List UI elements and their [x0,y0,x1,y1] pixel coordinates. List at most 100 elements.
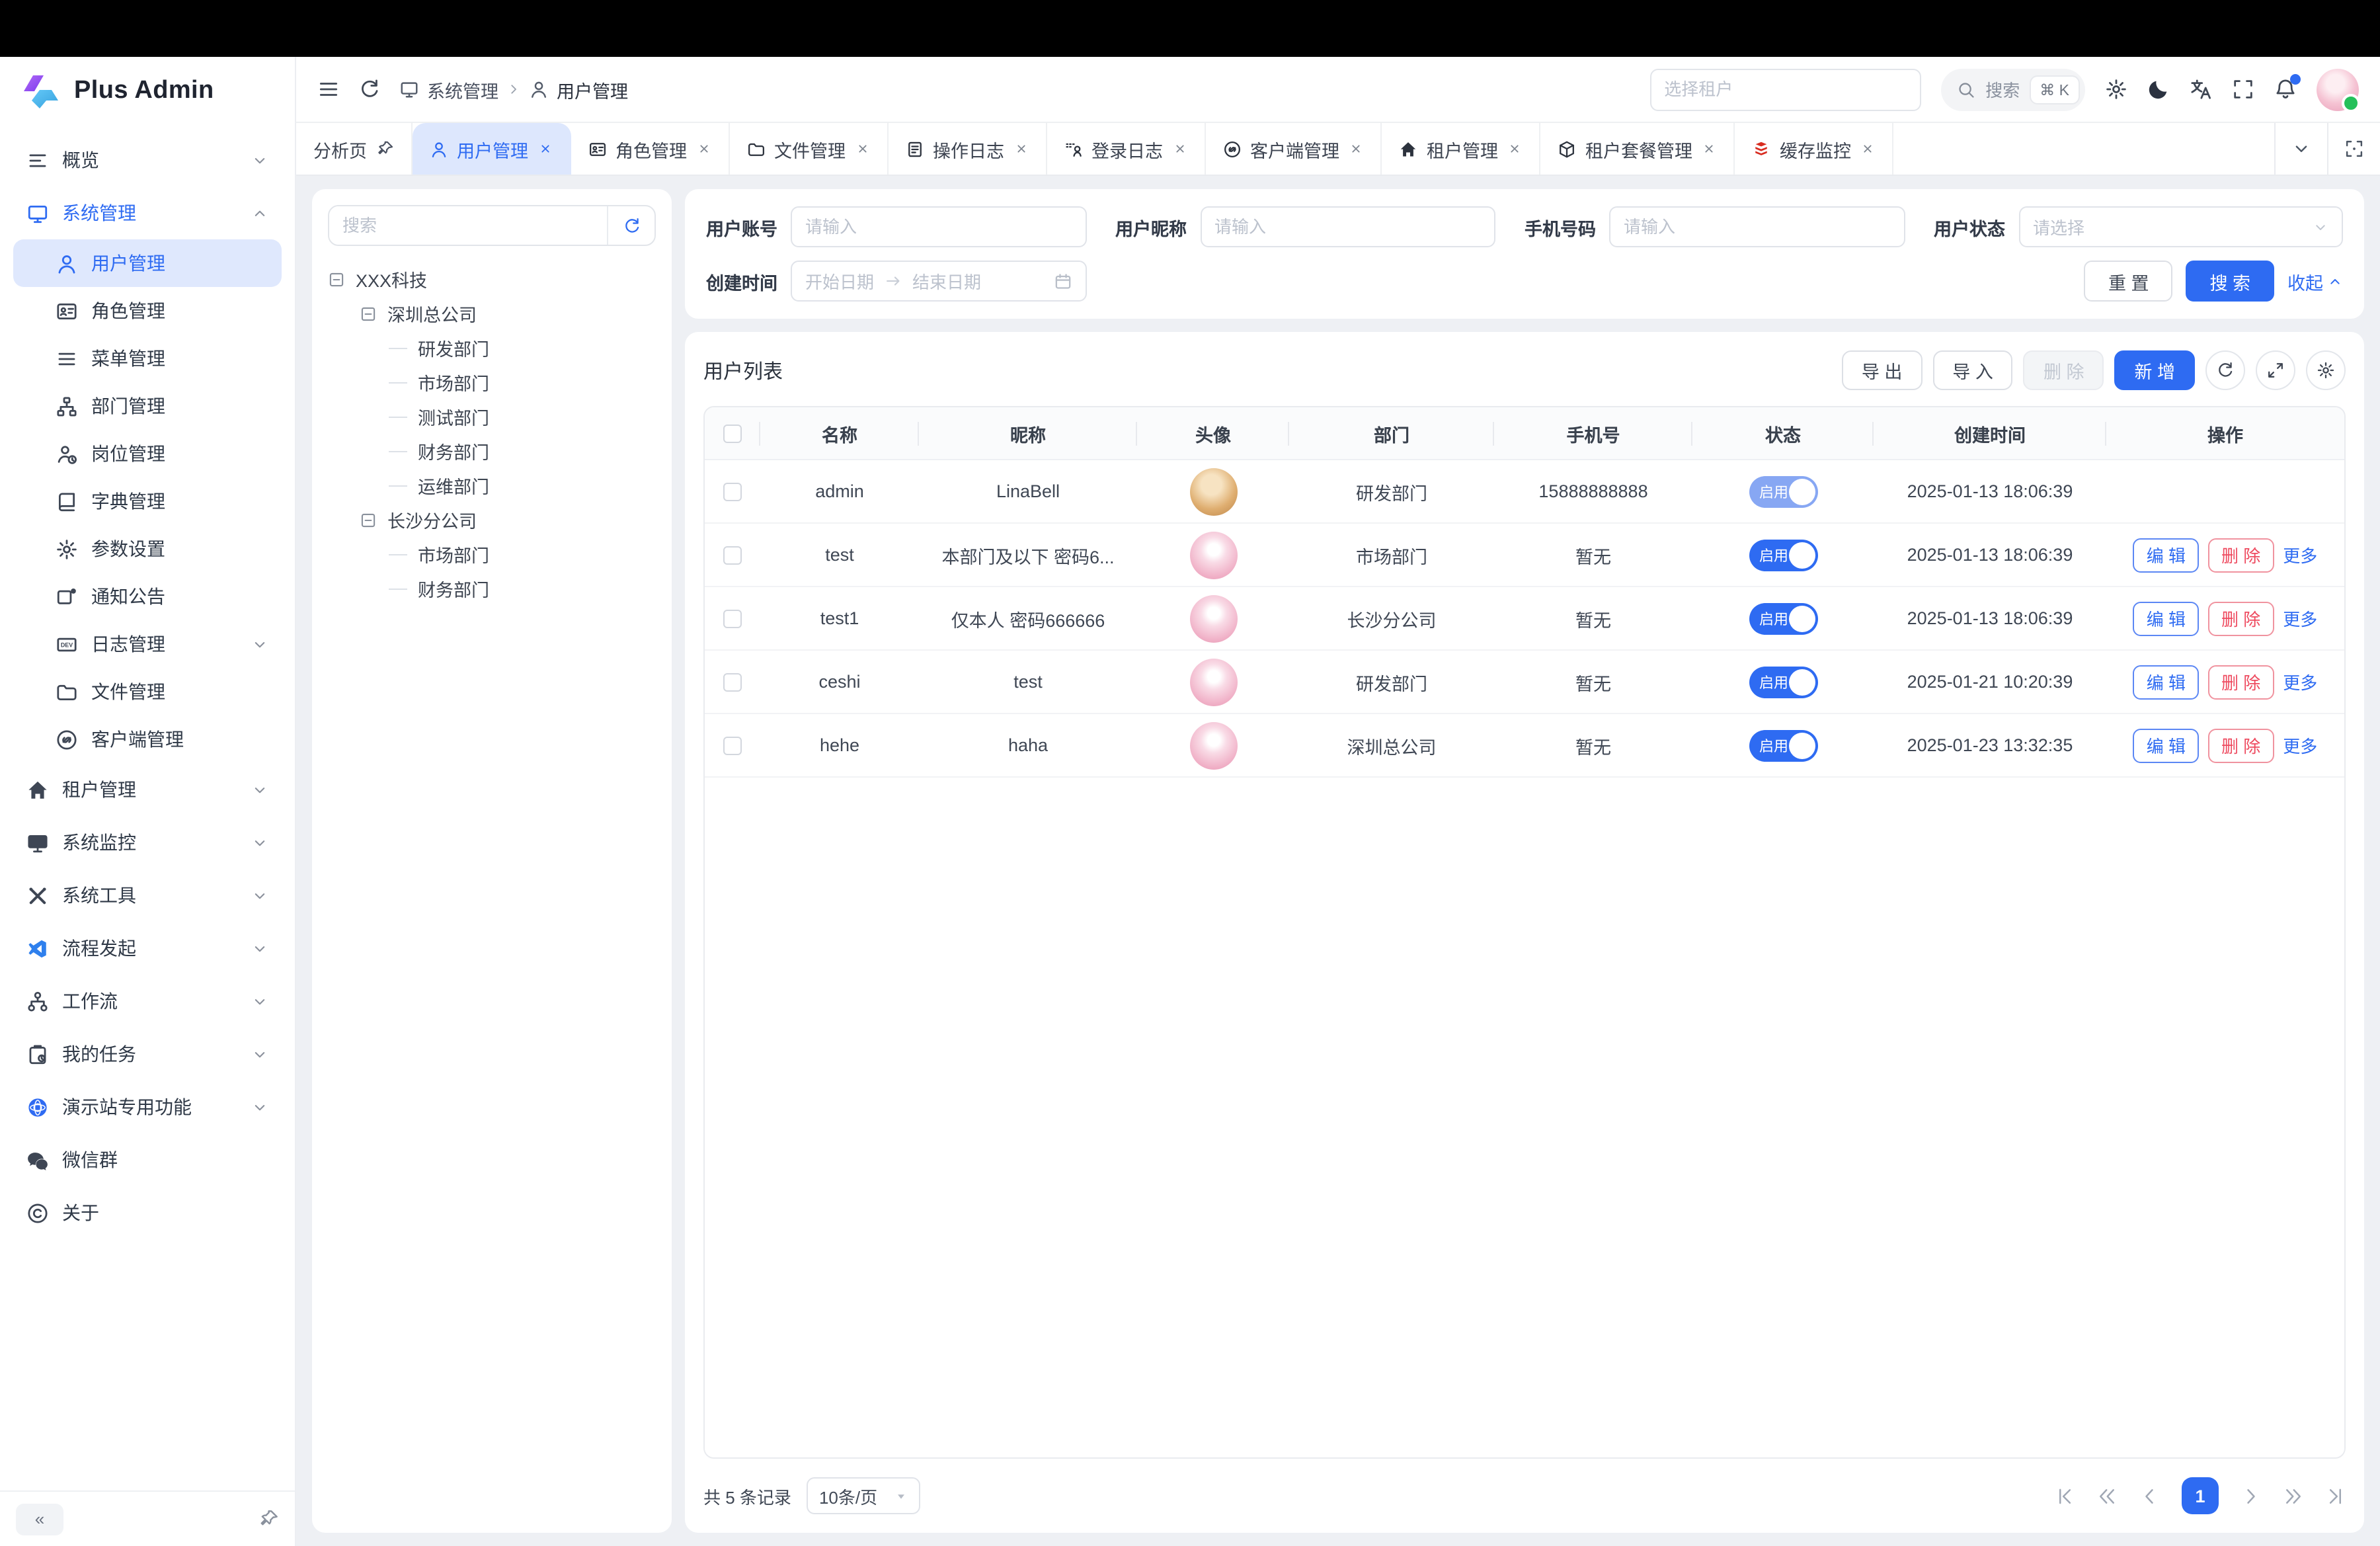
sidebar-item[interactable]: DEV 日志管理 [13,620,282,668]
tab[interactable]: 登录日志 [1047,123,1205,175]
sidebar-item[interactable]: 角色管理 [13,287,282,335]
breadcrumb-item-system[interactable]: 系统管理 [399,76,498,102]
sidebar-item[interactable]: 文件管理 [13,668,282,715]
sidebar-item[interactable]: 系统管理 [13,186,282,239]
table-expand-button[interactable] [2256,350,2295,390]
sidebar-collapse-button[interactable]: « [16,1503,63,1535]
more-button[interactable]: 更多 [2283,606,2317,631]
table-refresh-button[interactable] [2205,350,2245,390]
tab-close-icon[interactable] [696,142,711,156]
status-toggle[interactable]: 启用 [1749,475,1817,507]
sidebar-item[interactable]: 菜单管理 [13,335,282,382]
sidebar-item[interactable]: 部门管理 [13,382,282,430]
edit-button[interactable]: 编 辑 [2133,728,2199,762]
prev-page-icon[interactable] [2139,1486,2159,1506]
tab-close-icon[interactable] [855,142,869,156]
tab[interactable]: 缓存监控 [1735,123,1893,175]
sidebar-item[interactable]: 参数设置 [13,525,282,573]
tree-node[interactable]: 财务部门 [328,571,656,606]
import-button[interactable]: 导 入 [1932,350,2013,390]
row-checkbox[interactable] [723,673,742,692]
status-toggle[interactable]: 启用 [1749,666,1817,698]
status-select[interactable]: 请选择 [2018,206,2343,247]
row-delete-button[interactable]: 删 除 [2208,728,2274,762]
tree-node[interactable]: 市场部门 [328,537,656,571]
sidebar-item[interactable]: 岗位管理 [13,430,282,477]
sidebar-item[interactable]: 租户管理 [13,763,282,816]
row-delete-button[interactable]: 删 除 [2208,538,2274,572]
sidebar-item[interactable]: 通知公告 [13,573,282,620]
tenant-select[interactable] [1649,68,1921,110]
tree-collapse-icon[interactable] [328,270,345,288]
status-toggle[interactable]: 启用 [1749,539,1817,571]
tree-node[interactable]: 研发部门 [328,331,656,365]
tab-close-icon[interactable] [1860,142,1875,156]
add-button[interactable]: 新 增 [2114,350,2195,390]
delete-button[interactable]: 删 除 [2024,350,2104,390]
tabs-fullscreen-icon[interactable] [2327,123,2380,175]
sidebar-item[interactable]: 客户端管理 [13,715,282,763]
row-checkbox[interactable] [723,483,742,501]
sidebar-item[interactable]: 关于 [13,1186,282,1239]
more-button[interactable]: 更多 [2283,669,2317,694]
pin-icon[interactable] [376,140,393,157]
tabs-dropdown-icon[interactable] [2274,123,2327,175]
row-checkbox[interactable] [723,546,742,565]
fullscreen-icon[interactable] [2232,78,2254,101]
tree-node[interactable]: XXX科技 [328,262,656,296]
tab[interactable]: 用户管理 [412,123,571,175]
tab[interactable]: 租户套餐管理 [1540,123,1735,175]
more-button[interactable]: 更多 [2283,733,2317,758]
collapse-filters-link[interactable]: 收起 [2287,268,2343,294]
sidebar-item[interactable]: 系统监控 [13,816,282,869]
language-icon[interactable] [2190,78,2212,101]
tree-node[interactable]: 测试部门 [328,399,656,434]
tab-close-icon[interactable] [537,142,552,156]
account-input[interactable] [791,206,1086,247]
menu-toggle-icon[interactable] [317,78,340,101]
tree-node[interactable]: 运维部门 [328,468,656,503]
sidebar-item[interactable]: 微信群 [13,1133,282,1186]
next-page-icon[interactable] [2241,1486,2261,1506]
row-delete-button[interactable]: 删 除 [2208,665,2274,699]
sidebar-item[interactable]: 演示站专用功能 [13,1080,282,1133]
global-search[interactable]: 搜索 ⌘ K [1940,68,2085,110]
row-checkbox[interactable] [723,737,742,755]
sidebar-item[interactable]: 流程发起 [13,922,282,975]
settings-icon[interactable] [2105,78,2127,101]
last-page-icon[interactable] [2326,1486,2346,1506]
sidebar-item[interactable]: 用户管理 [13,239,282,287]
current-page[interactable]: 1 [2182,1477,2219,1514]
first-page-icon[interactable] [2055,1486,2075,1506]
select-all-checkbox[interactable] [723,425,742,443]
page-size-select[interactable]: 10条/页 [807,1477,921,1514]
edit-button[interactable]: 编 辑 [2133,538,2199,572]
tab[interactable]: 角色管理 [571,123,729,175]
page-refresh-icon[interactable] [358,78,381,101]
edit-button[interactable]: 编 辑 [2133,665,2199,699]
notifications-icon[interactable] [2274,78,2297,101]
tree-search-input[interactable] [329,206,607,245]
user-avatar[interactable] [2317,68,2359,110]
sidebar-item[interactable]: 我的任务 [13,1028,282,1080]
tab-close-icon[interactable] [1349,142,1363,156]
date-range-picker[interactable]: 开始日期 结束日期 [791,261,1086,302]
sidebar-item[interactable]: 字典管理 [13,477,282,525]
forward-5-pages-icon[interactable] [2283,1486,2303,1506]
nickname-input[interactable] [1200,206,1495,247]
tab-close-icon[interactable] [1702,142,1716,156]
sidebar-item[interactable]: 概览 [13,134,282,186]
edit-button[interactable]: 编 辑 [2133,601,2199,635]
tab[interactable]: 租户管理 [1382,123,1540,175]
tab[interactable]: 文件管理 [729,123,888,175]
tree-collapse-icon[interactable] [360,305,377,322]
tree-node[interactable]: 市场部门 [328,365,656,399]
search-button[interactable]: 搜 索 [2186,261,2274,302]
breadcrumb-item-users[interactable]: 用户管理 [529,76,628,102]
sidebar-item[interactable]: 工作流 [13,975,282,1028]
table-settings-button[interactable] [2306,350,2346,390]
tree-node[interactable]: 深圳总公司 [328,296,656,331]
export-button[interactable]: 导 出 [1842,350,1923,390]
tab-close-icon[interactable] [1013,142,1028,156]
dark-mode-icon[interactable] [2147,78,2170,101]
